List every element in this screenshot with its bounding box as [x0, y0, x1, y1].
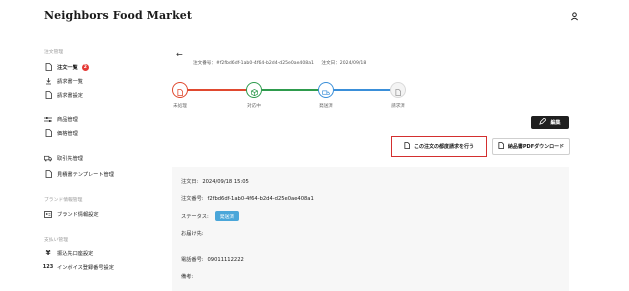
order-number: 注文番号：#f2fbd6df-1ab0-4f64-b2d4-d25e0ae408… [193, 61, 314, 66]
sidebar-item-quote-templates[interactable]: 見積書テンプレート管理 [44, 169, 114, 179]
sidebar-item-prices[interactable]: 価格管理 [44, 128, 78, 138]
truck-icon [322, 81, 330, 100]
app-title: Neighbors Food Market [44, 9, 193, 22]
sliders-icon [44, 115, 52, 123]
step-connector [262, 89, 319, 91]
back-arrow-icon[interactable]: ← [176, 50, 183, 59]
document-icon [404, 142, 410, 151]
document-icon [44, 91, 52, 99]
sidebar-section-brand: ブランド情報管理 [44, 198, 83, 203]
sidebar: 注文管理 注文一覧 2 請求書一覧 請求書設定 商品管理 価格管理 取引先管理 … [0, 32, 160, 291]
status-row: ステータス: 発送済 [181, 211, 240, 221]
sidebar-item-label: 商品管理 [57, 116, 78, 123]
sidebar-item-label: 注文一覧 [57, 64, 78, 71]
phone-value: 09011112222 [207, 256, 244, 263]
user-icon[interactable] [568, 10, 580, 22]
download-delivery-pdf-button[interactable]: 納品書PDFダウンロード [492, 138, 570, 155]
order-number-key: 注文番号: [181, 196, 204, 202]
sidebar-item-invoice-settings[interactable]: 請求書設定 [44, 90, 83, 100]
note-key: 備考: [181, 274, 194, 280]
step-shipped [318, 82, 334, 98]
sidebar-item-clients[interactable]: 取引先管理 [44, 153, 83, 163]
top-bar: Neighbors Food Market [0, 0, 629, 32]
status-key: ステータス: [181, 213, 209, 220]
request-billing-label: この注文の都度請求を行う [413, 144, 474, 150]
sidebar-item-label: 価格管理 [57, 130, 78, 137]
sidebar-section-orders: 注文管理 [44, 50, 64, 55]
status-stepper: 未処理 対応中 発送済 請求済 [160, 82, 629, 118]
step-connector [188, 89, 252, 91]
sidebar-item-orders[interactable]: 注文一覧 2 [44, 62, 89, 72]
document-icon [44, 170, 52, 178]
status-badge: 発送済 [214, 211, 240, 221]
box-icon [250, 81, 258, 100]
notification-badge: 2 [81, 63, 89, 71]
order-meta: 注文番号：#f2fbd6df-1ab0-4f64-b2d4-d25e0ae408… [193, 60, 372, 66]
sidebar-item-brand-settings[interactable]: ブランド情報設定 [44, 209, 99, 219]
step-label: 対応中 [247, 104, 261, 109]
step-pending [172, 82, 188, 98]
request-billing-button[interactable]: この注文の都度請求を行う [391, 136, 487, 157]
sidebar-item-label: 請求書一覧 [57, 78, 83, 85]
download-pdf-label: 納品書PDFダウンロード [507, 144, 565, 150]
step-label: 未処理 [173, 104, 187, 109]
edit-button[interactable]: 編集 [531, 116, 569, 129]
sidebar-item-label: 振込先口座設定 [57, 250, 94, 257]
order-date-key: 注文日: [181, 179, 199, 185]
sidebar-item-invoice-number[interactable]: 123 インボイス登録番号設定 [42, 262, 114, 272]
sidebar-item-label: 請求書設定 [57, 92, 83, 99]
sidebar-item-label: 取引先管理 [57, 155, 83, 162]
order-date: 注文日：2024/09/18 [321, 61, 367, 66]
edit-label: 編集 [550, 120, 561, 126]
order-number-value: f2fbd6df-1ab0-4f64-b2d4-d25e0ae408a1 [207, 195, 314, 202]
edit-icon [539, 117, 548, 127]
sidebar-item-label: ブランド情報設定 [57, 211, 99, 218]
note-row: 備考: [181, 273, 193, 280]
phone-row: 電話番号: 09011112222 [181, 256, 244, 264]
document-icon [44, 129, 52, 137]
document-icon [44, 63, 52, 71]
id-card-icon [44, 210, 52, 218]
sidebar-item-label: 見積書テンプレート管理 [57, 171, 114, 178]
order-date-row: 注文日: 2024/09/18 15:05 [181, 178, 249, 186]
step-connector [334, 89, 392, 91]
order-date-value: 2024/09/18 15:05 [202, 178, 249, 185]
numbers-icon: 123 [42, 264, 54, 270]
yen-icon: ¥ [45, 249, 51, 257]
order-number-row: 注文番号: f2fbd6df-1ab0-4f64-b2d4-d25e0ae408… [181, 195, 314, 203]
download-icon [44, 77, 52, 85]
order-details-panel: 注文日: 2024/09/18 15:05 注文番号: f2fbd6df-1ab… [172, 167, 569, 291]
sidebar-item-products[interactable]: 商品管理 [44, 114, 78, 124]
document-icon [177, 81, 183, 100]
sidebar-item-invoices[interactable]: 請求書一覧 [44, 76, 83, 86]
step-label: 発送済 [319, 104, 333, 109]
document-icon [498, 142, 504, 151]
sidebar-section-payments: 支払い管理 [44, 238, 68, 243]
phone-key: 電話番号: [181, 257, 204, 263]
sidebar-item-label: インボイス登録番号設定 [57, 264, 114, 271]
sidebar-item-bank-account[interactable]: ¥ 振込先口座設定 [44, 248, 94, 258]
ship-to-key: お届け先: [181, 231, 204, 237]
main-content: ← 注文番号：#f2fbd6df-1ab0-4f64-b2d4-d25e0ae4… [160, 32, 629, 291]
document-icon [395, 81, 401, 100]
step-label: 請求済 [391, 104, 405, 109]
ship-to-row: お届け先: [181, 230, 204, 237]
step-in-progress [246, 82, 262, 98]
step-invoiced [390, 82, 406, 98]
truck-icon [44, 154, 52, 162]
